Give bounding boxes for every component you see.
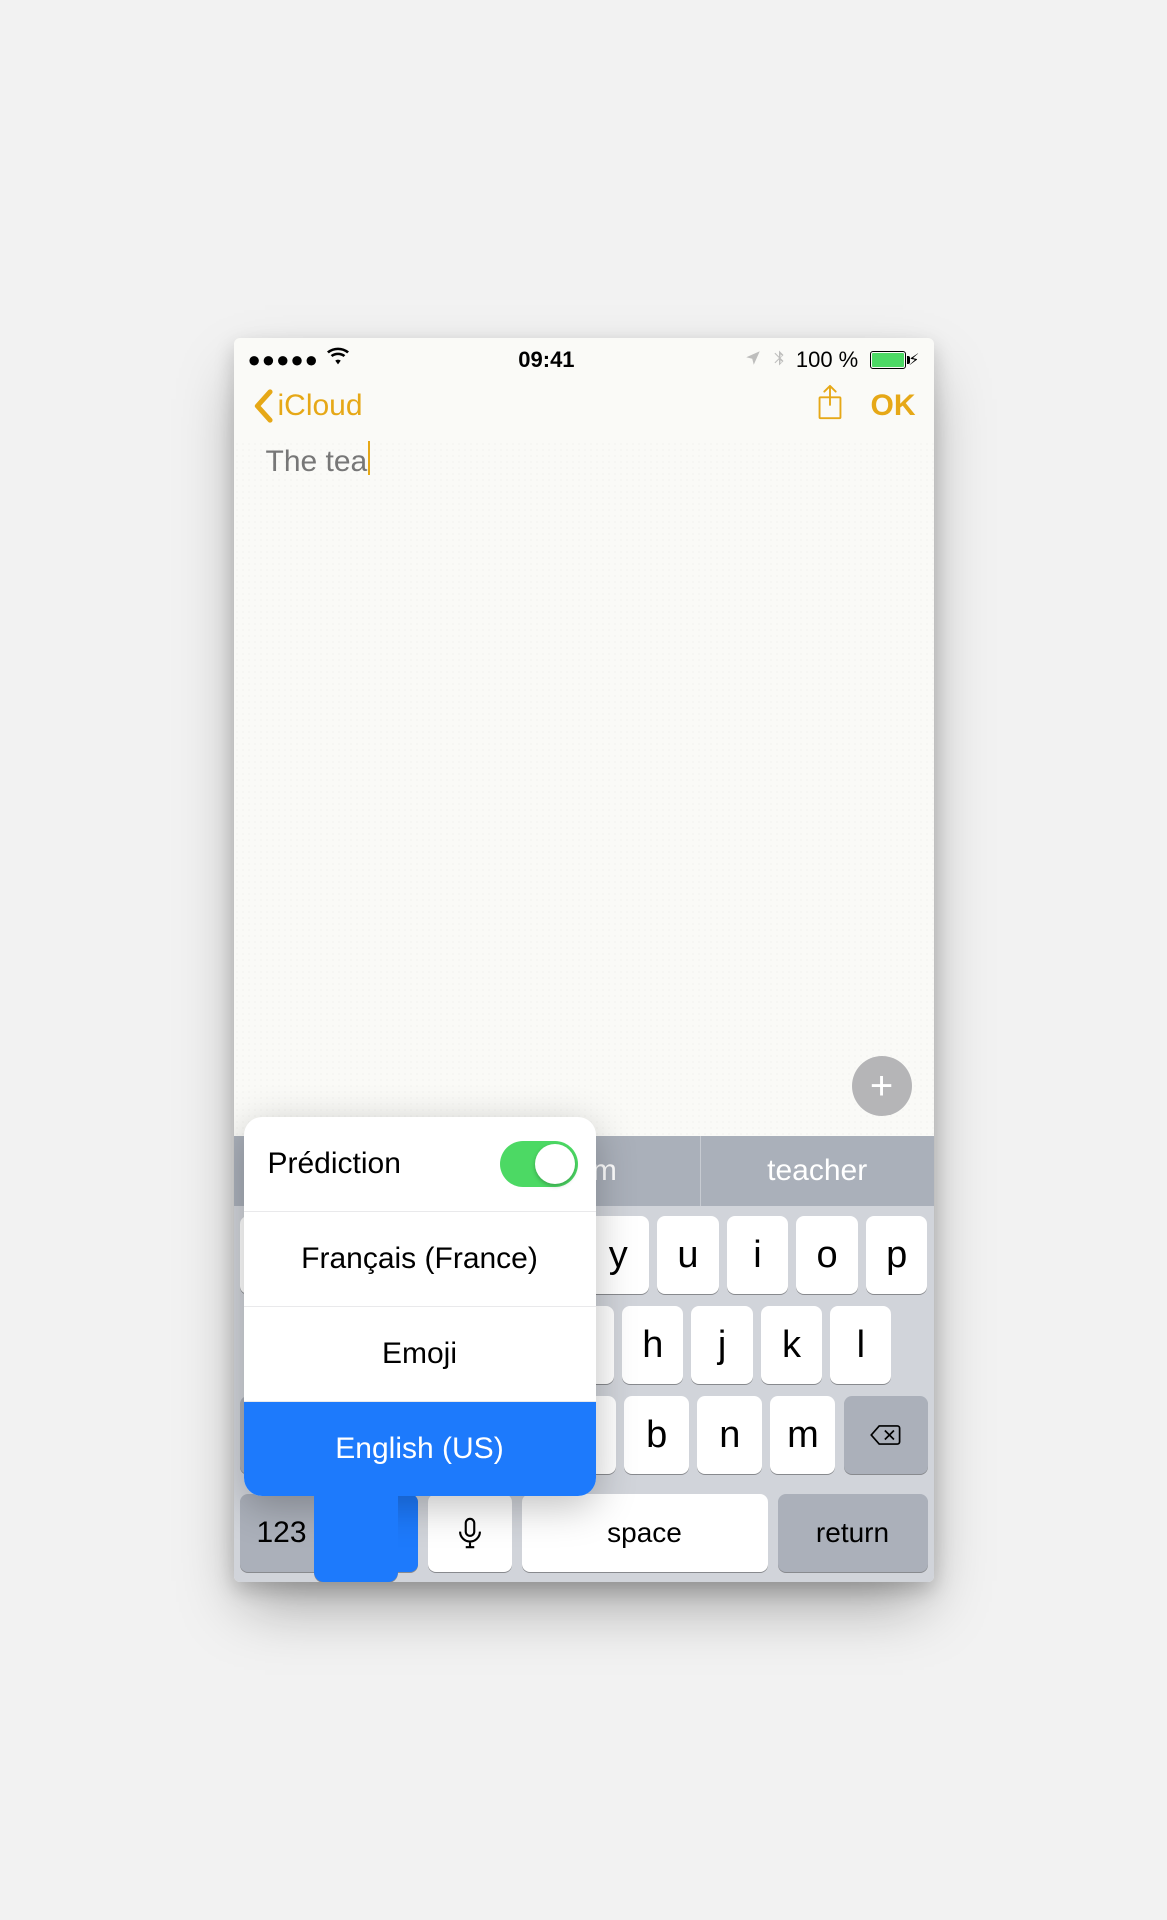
backspace-icon <box>869 1418 903 1452</box>
microphone-icon <box>453 1516 487 1550</box>
back-label: iCloud <box>278 389 363 423</box>
backspace-key[interactable] <box>844 1396 928 1474</box>
battery-icon: ⚡︎ <box>866 350 919 370</box>
key-o[interactable]: o <box>796 1216 858 1294</box>
key-k[interactable]: k <box>761 1306 822 1384</box>
keyboard: "tea" team teacher qwertyuiop asdfghjkl … <box>234 1136 934 1582</box>
dictation-key[interactable] <box>428 1494 512 1572</box>
share-button[interactable] <box>815 384 845 427</box>
prediction-toggle-label: Prédiction <box>268 1147 401 1181</box>
key-b[interactable]: b <box>624 1396 689 1474</box>
key-j[interactable]: j <box>691 1306 752 1384</box>
language-option[interactable]: Emoji <box>244 1307 596 1402</box>
chevron-left-icon <box>252 389 274 423</box>
share-icon <box>815 384 845 422</box>
battery-percentage: 100 % <box>796 347 858 373</box>
numeric-key[interactable]: 123 <box>240 1494 324 1572</box>
note-text: The tea <box>266 445 368 478</box>
status-time: 09:41 <box>518 347 574 373</box>
phone-screen: ●●●●● 09:41 100 % ⚡︎ iCloud <box>234 338 934 1582</box>
location-icon <box>744 347 762 373</box>
status-bar: ●●●●● 09:41 100 % ⚡︎ <box>234 338 934 378</box>
nav-bar: iCloud OK <box>234 378 934 441</box>
keyboard-language-menu: Prédiction Français (France) Emoji Engli… <box>244 1117 596 1496</box>
space-key[interactable]: space <box>522 1494 768 1572</box>
key-y[interactable]: y <box>588 1216 650 1294</box>
key-h[interactable]: h <box>622 1306 683 1384</box>
add-button[interactable]: + <box>852 1056 912 1116</box>
language-option-selected[interactable]: English (US) <box>244 1402 596 1496</box>
key-l[interactable]: l <box>830 1306 891 1384</box>
key-m[interactable]: m <box>770 1396 835 1474</box>
text-cursor <box>368 441 370 475</box>
signal-dots-icon: ●●●●● <box>248 347 319 373</box>
return-key[interactable]: return <box>778 1494 928 1572</box>
ok-button[interactable]: OK <box>871 389 916 423</box>
key-u[interactable]: u <box>657 1216 719 1294</box>
plus-icon: + <box>870 1064 893 1109</box>
note-editor[interactable]: The tea + <box>234 441 934 1136</box>
key-n[interactable]: n <box>697 1396 762 1474</box>
prediction-suggestion[interactable]: teacher <box>701 1136 934 1206</box>
language-option[interactable]: Français (France) <box>244 1212 596 1307</box>
back-button[interactable]: iCloud <box>252 389 363 423</box>
wifi-icon <box>327 346 349 374</box>
bluetooth-icon <box>770 347 788 373</box>
key-i[interactable]: i <box>727 1216 789 1294</box>
prediction-toggle-row[interactable]: Prédiction <box>244 1117 596 1212</box>
key-p[interactable]: p <box>866 1216 928 1294</box>
prediction-toggle[interactable] <box>500 1141 578 1187</box>
